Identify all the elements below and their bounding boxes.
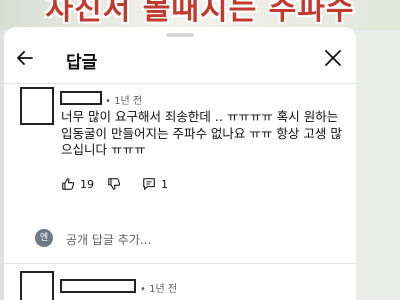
comment-time: 1년 전 — [114, 96, 143, 107]
comment-reply-icon — [143, 178, 155, 190]
sheet-header: 답글 — [4, 39, 356, 77]
replies-sheet: 답글 • 1년 전 너무 많이 요구해서 죄송한데 .. ㅠㅠㅠㅠ 혹시 원하는… — [4, 27, 356, 300]
close-button[interactable] — [320, 45, 346, 71]
reply-input[interactable]: 공개 답글 추가... — [66, 231, 151, 248]
reply-count: 1 — [161, 177, 168, 191]
close-icon — [325, 50, 341, 66]
comment-item: • 1년 전 너무 많이 요구해서 죄송한데 .. ㅠㅠㅠㅠ 혹시 원하는 입동… — [4, 87, 356, 237]
thumbs-up-icon — [62, 178, 75, 190]
dislike-button[interactable] — [107, 177, 121, 191]
header-divider — [4, 83, 356, 84]
arrow-left-icon — [17, 51, 33, 65]
sheet-title: 답글 — [66, 53, 98, 73]
like-button[interactable]: 19 — [61, 177, 94, 191]
next-comment-item: • 1년 전 — [4, 271, 356, 300]
username-redacted[interactable] — [60, 91, 102, 105]
reply-button[interactable]: 1 — [142, 177, 168, 191]
background-video-strip: 자진서 볼때지는 주파수 — [0, 0, 400, 30]
next-username-redacted[interactable] — [60, 279, 136, 293]
back-button[interactable] — [12, 45, 38, 71]
add-reply-row[interactable]: 엔 공개 답글 추가... — [4, 225, 356, 255]
video-caption-text: 자진서 볼때지는 주파수 — [45, 0, 355, 27]
thumbs-down-icon — [108, 178, 121, 190]
drag-handle[interactable] — [166, 33, 194, 37]
user-avatar: 엔 — [35, 229, 53, 247]
next-avatar-redacted[interactable] — [20, 271, 54, 300]
like-count: 19 — [80, 177, 94, 191]
reply-divider — [4, 263, 356, 264]
next-comment-time: 1년 전 — [149, 284, 178, 295]
avatar-redacted[interactable] — [20, 87, 54, 125]
comment-text: 너무 많이 요구해서 죄송한데 .. ㅠㅠㅠㅠ 혹시 원하는 입동굴이 만들어지… — [61, 109, 342, 157]
